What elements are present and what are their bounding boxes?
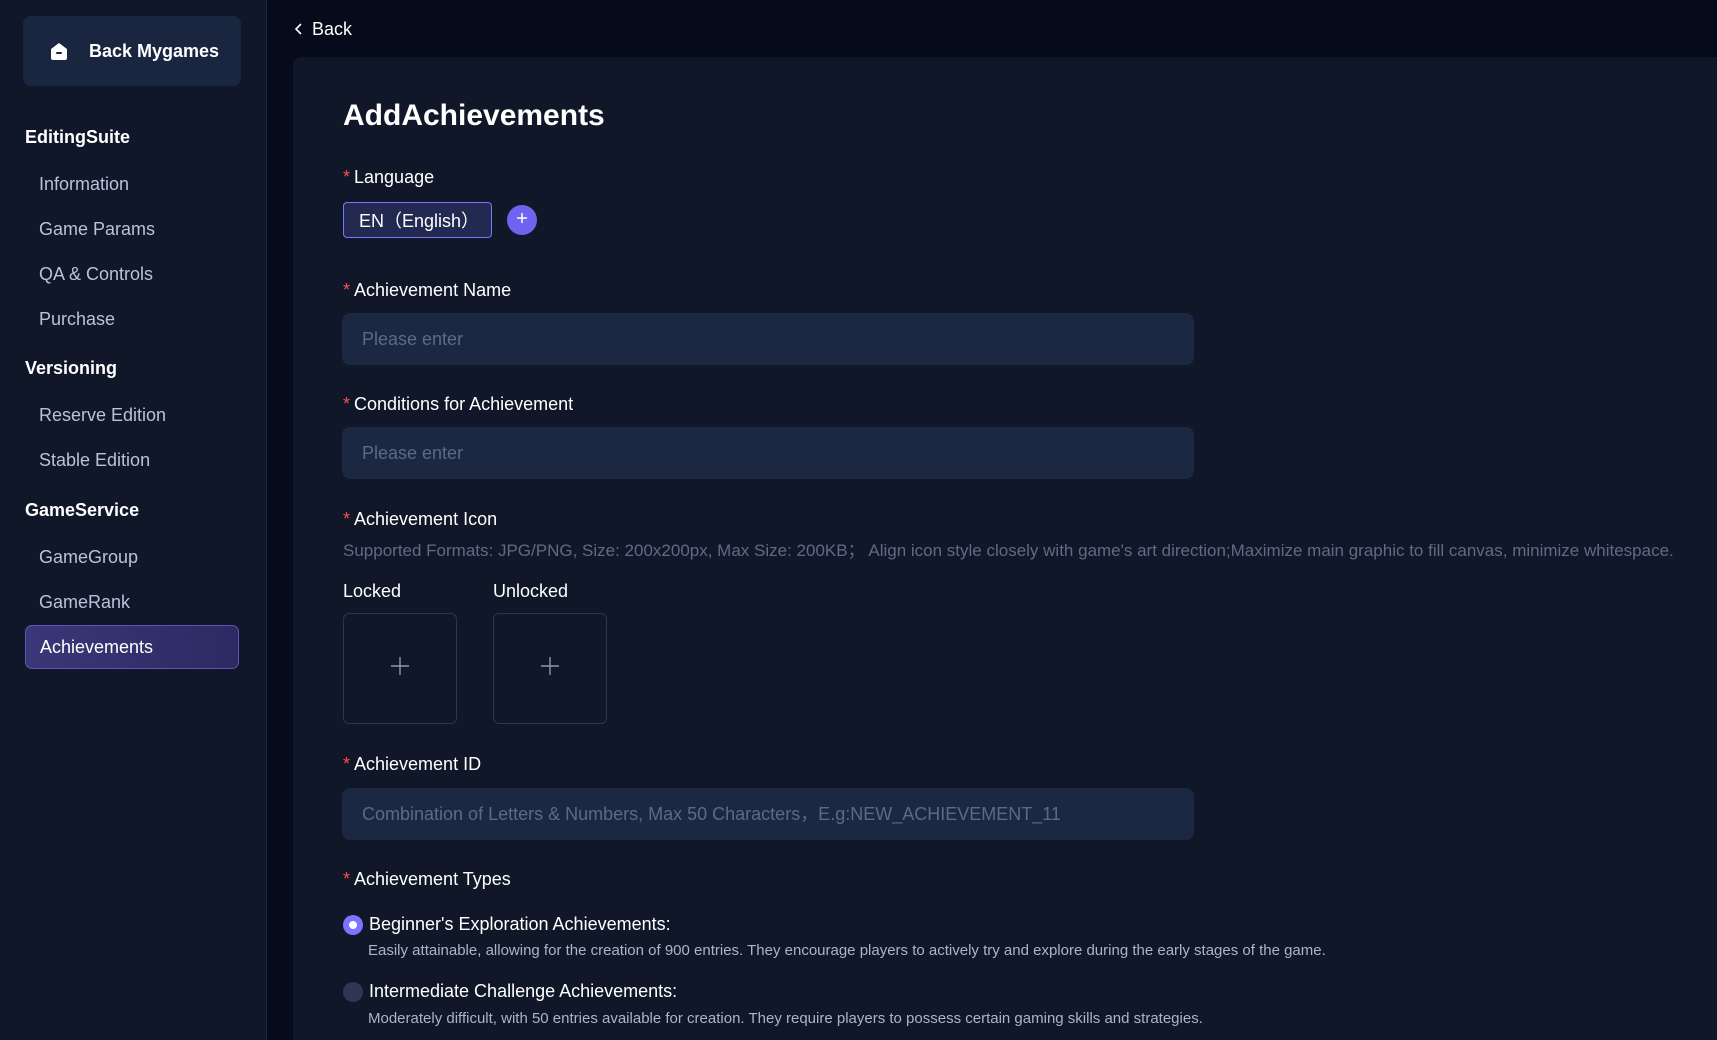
- achievement-id-label-text: Achievement ID: [354, 754, 482, 774]
- locked-label: Locked: [343, 581, 402, 601]
- icon-format-hint: Supported Formats: JPG/PNG, Size: 200x20…: [343, 541, 1674, 560]
- sidebar-item-game-params[interactable]: Game Params: [25, 207, 239, 251]
- plus-icon: [540, 656, 560, 681]
- chevron-left-icon: [294, 22, 304, 36]
- back-mygames-button[interactable]: Back Mygames: [23, 16, 241, 86]
- unlocked-label: Unlocked: [493, 581, 569, 601]
- radio-unchecked-icon[interactable]: [343, 981, 363, 1002]
- sidebar-item-stable-edition[interactable]: Stable Edition: [25, 438, 239, 482]
- conditions-input[interactable]: [342, 427, 1194, 479]
- sidebar-item-achievements[interactable]: Achievements: [25, 625, 239, 669]
- language-chip-en[interactable]: EN（English）: [343, 202, 492, 238]
- main-panel: AddAchievements * Language EN（English） * A…: [293, 57, 1717, 1040]
- achievement-id-input[interactable]: [342, 788, 1194, 840]
- page-title: AddAchievements: [343, 99, 605, 132]
- sidebar-item-qa-controls[interactable]: QA & Controls: [25, 252, 239, 296]
- conditions-label: * Conditions for Achievement: [343, 394, 573, 415]
- add-language-button[interactable]: [507, 205, 537, 235]
- radio-intermediate[interactable]: Intermediate Challenge Achievements:: [343, 981, 677, 1002]
- radio-beginner-desc: Easily attainable, allowing for the crea…: [368, 942, 1326, 959]
- achievement-types-label-text: Achievement Types: [354, 869, 511, 889]
- plus-icon: [390, 656, 410, 681]
- required-mark: *: [343, 869, 351, 889]
- achievement-icon-label-text: Achievement Icon: [354, 509, 498, 529]
- nav-section-gameservice: GameService: [25, 500, 140, 520]
- required-mark: *: [343, 509, 351, 529]
- achievement-icon-label: * Achievement Icon: [343, 509, 497, 530]
- required-mark: *: [343, 280, 351, 300]
- achievement-name-input[interactable]: [342, 313, 1194, 365]
- required-mark: *: [343, 754, 351, 774]
- language-label: * Language: [343, 167, 434, 188]
- nav-section-versioning: Versioning: [25, 358, 118, 378]
- sidebar: Back Mygames EditingSuite Information Ga…: [0, 0, 267, 1040]
- app-root: Back Mygames EditingSuite Information Ga…: [0, 0, 1717, 1040]
- achievement-name-label-text: Achievement Name: [354, 280, 512, 300]
- nav-section-editingsuite: EditingSuite: [25, 127, 130, 147]
- conditions-label-text: Conditions for Achievement: [354, 394, 574, 414]
- back-link[interactable]: Back: [294, 16, 352, 42]
- sidebar-item-gamerank[interactable]: GameRank: [25, 580, 239, 624]
- plus-icon: [516, 211, 528, 229]
- home-icon: [47, 39, 71, 63]
- achievement-name-label: * Achievement Name: [343, 280, 511, 301]
- back-mygames-label: Back Mygames: [89, 40, 220, 61]
- required-mark: *: [343, 167, 351, 187]
- sidebar-item-purchase[interactable]: Purchase: [25, 297, 239, 341]
- radio-checked-icon[interactable]: [343, 914, 363, 935]
- back-link-label: Back: [312, 18, 353, 39]
- language-label-text: Language: [354, 167, 435, 187]
- sidebar-item-information[interactable]: Information: [25, 162, 239, 206]
- radio-intermediate-label: Intermediate Challenge Achievements:: [369, 981, 678, 1001]
- sidebar-item-gamegroup[interactable]: GameGroup: [25, 535, 239, 579]
- unlocked-icon-upload[interactable]: [493, 613, 607, 724]
- achievement-id-label: * Achievement ID: [343, 754, 481, 775]
- radio-beginner[interactable]: Beginner's Exploration Achievements:: [343, 914, 671, 935]
- locked-icon-upload[interactable]: [343, 613, 457, 724]
- radio-intermediate-desc: Moderately difficult, with 50 entries av…: [368, 1010, 1203, 1027]
- sidebar-item-reserve-edition[interactable]: Reserve Edition: [25, 393, 239, 437]
- radio-beginner-label: Beginner's Exploration Achievements:: [369, 914, 671, 934]
- required-mark: *: [343, 394, 351, 414]
- achievement-types-label: * Achievement Types: [343, 869, 511, 890]
